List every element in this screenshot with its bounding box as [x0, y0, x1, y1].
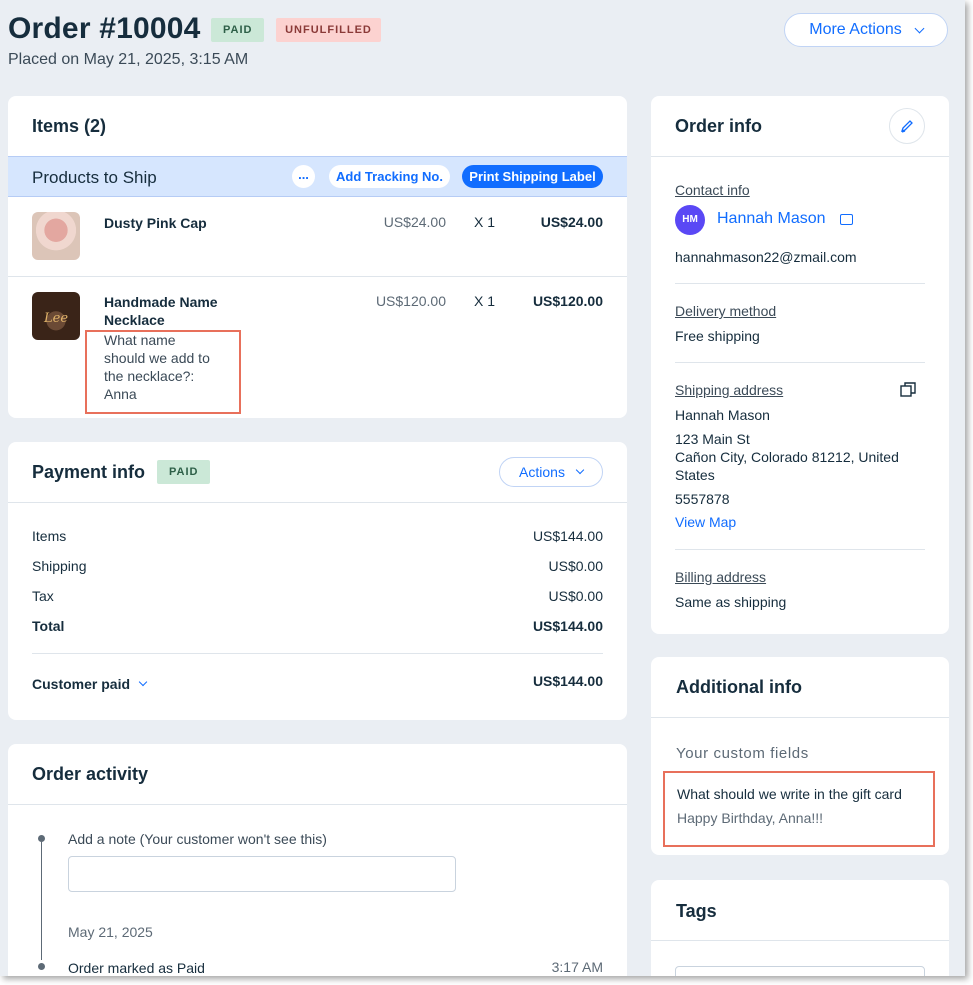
- payment-row-value: US$0.00: [548, 558, 603, 574]
- payment-row-value: US$0.00: [548, 588, 603, 604]
- divider: [651, 156, 949, 157]
- add-tracking-button[interactable]: Add Tracking No.: [329, 165, 450, 188]
- customer-email: hannahmason22@zmail.com: [675, 249, 857, 265]
- unfulfilled-badge: UNFULFILLED: [276, 18, 381, 42]
- address-city: Cañon City, Colorado 81212, United: [675, 449, 899, 465]
- order-page: Order #10004 PAID UNFULFILLED Placed on …: [0, 0, 965, 976]
- product-name-line: Handmade Name: [104, 294, 218, 310]
- highlight-box: [663, 771, 935, 847]
- order-info-title: Order info: [675, 116, 763, 136]
- product-image-necklace[interactable]: Lee: [32, 292, 80, 340]
- activity-time: 3:17 AM: [551, 959, 603, 975]
- more-actions-button[interactable]: More Actions: [784, 13, 948, 47]
- order-info-card: Order info Contact info HM Hannah Mason …: [651, 96, 949, 634]
- divider: [651, 717, 949, 718]
- highlight-box: [85, 330, 241, 414]
- product-image-cap[interactable]: [32, 212, 80, 260]
- paid-badge: PAID: [211, 18, 265, 42]
- product-qty: X 1: [474, 293, 496, 309]
- more-actions-label: More Actions: [809, 21, 902, 38]
- address-phone: 5557878: [675, 491, 730, 507]
- pencil-icon: [900, 120, 913, 133]
- timeline-dot: [38, 963, 45, 970]
- payment-card: Payment info PAID Actions Items US$144.0…: [8, 442, 627, 720]
- customer-paid-toggle[interactable]: Customer paid: [32, 676, 148, 692]
- delivery-method-label[interactable]: Delivery method: [675, 303, 776, 319]
- customer-paid-label: Customer paid: [32, 676, 131, 692]
- divider: [675, 362, 925, 363]
- actions-button[interactable]: Actions: [499, 457, 603, 487]
- tags-input[interactable]: [675, 966, 925, 976]
- address-country: States: [675, 467, 715, 483]
- paid-badge: PAID: [157, 460, 211, 484]
- divider: [651, 940, 949, 941]
- product-total: US$24.00: [540, 214, 603, 230]
- timeline-dot: [38, 835, 45, 842]
- product-qty: X 1: [474, 214, 496, 230]
- payment-title: Payment info: [32, 462, 146, 482]
- payment-row-label: Tax: [32, 588, 54, 604]
- payment-total-label: Total: [32, 618, 65, 634]
- chat-icon[interactable]: [840, 214, 853, 225]
- timeline-line: [41, 842, 42, 960]
- contact-info-label[interactable]: Contact info: [675, 182, 750, 198]
- activity-date: May 21, 2025: [68, 924, 153, 940]
- divider: [675, 283, 925, 284]
- payment-row-value: US$144.00: [532, 528, 603, 544]
- shipping-address-label[interactable]: Shipping address: [675, 382, 783, 398]
- products-to-ship-bar: Products to Ship ... Add Tracking No. Pr…: [8, 156, 627, 197]
- more-options-button[interactable]: ...: [292, 165, 315, 188]
- product-name[interactable]: Dusty Pink Cap: [104, 214, 207, 232]
- activity-card: Order activity Add a note (Your customer…: [8, 744, 627, 976]
- product-name[interactable]: Handmade Name Necklace: [104, 293, 218, 329]
- tags-card: Tags: [651, 880, 949, 976]
- chevron-down-icon: [575, 465, 585, 475]
- product-name-line: Necklace: [104, 312, 165, 328]
- page-title: Order #10004: [8, 12, 201, 45]
- chevron-down-icon: [138, 677, 148, 687]
- billing-address-label[interactable]: Billing address: [675, 569, 766, 585]
- delivery-method-value: Free shipping: [675, 328, 760, 344]
- payment-total-value: US$144.00: [532, 618, 603, 634]
- view-map-link[interactable]: View Map: [675, 514, 736, 530]
- divider: [32, 653, 603, 654]
- divider: [8, 276, 627, 277]
- custom-fields-label: Your custom fields: [676, 745, 809, 762]
- product-total: US$120.00: [532, 293, 603, 309]
- note-input[interactable]: [68, 856, 456, 892]
- payment-row-label: Items: [32, 528, 67, 544]
- payment-row-label: Shipping: [32, 558, 87, 574]
- billing-address-value: Same as shipping: [675, 594, 787, 610]
- activity-title: Order activity: [32, 764, 149, 784]
- necklace-thumb-text: Lee: [44, 311, 69, 326]
- print-shipping-label-button[interactable]: Print Shipping Label: [462, 165, 603, 188]
- customer-paid-value: US$144.00: [532, 673, 603, 689]
- customer-name-link[interactable]: Hannah Mason: [717, 210, 826, 228]
- products-to-ship-label: Products to Ship: [32, 168, 157, 187]
- chevron-down-icon: [914, 23, 925, 33]
- items-card: Items (2) Products to Ship ... Add Track…: [8, 96, 627, 418]
- avatar: HM: [675, 205, 705, 235]
- address-street: 123 Main St: [675, 431, 750, 447]
- product-price: US$24.00: [383, 214, 446, 230]
- edit-button[interactable]: [889, 108, 925, 144]
- divider: [8, 502, 627, 503]
- placed-on-date: Placed on May 21, 2025, 3:15 AM: [8, 51, 249, 68]
- product-price: US$120.00: [375, 293, 446, 309]
- items-title: Items (2): [32, 116, 107, 136]
- note-label: Add a note (Your customer won't see this…: [68, 831, 327, 847]
- copy-icon[interactable]: [900, 382, 916, 398]
- divider: [8, 804, 627, 805]
- activity-event: Order marked as Paid: [68, 960, 205, 976]
- additional-info-title: Additional info: [676, 677, 802, 697]
- address-name: Hannah Mason: [675, 407, 770, 423]
- tags-title: Tags: [676, 901, 717, 921]
- actions-label: Actions: [519, 464, 565, 480]
- divider: [675, 549, 925, 550]
